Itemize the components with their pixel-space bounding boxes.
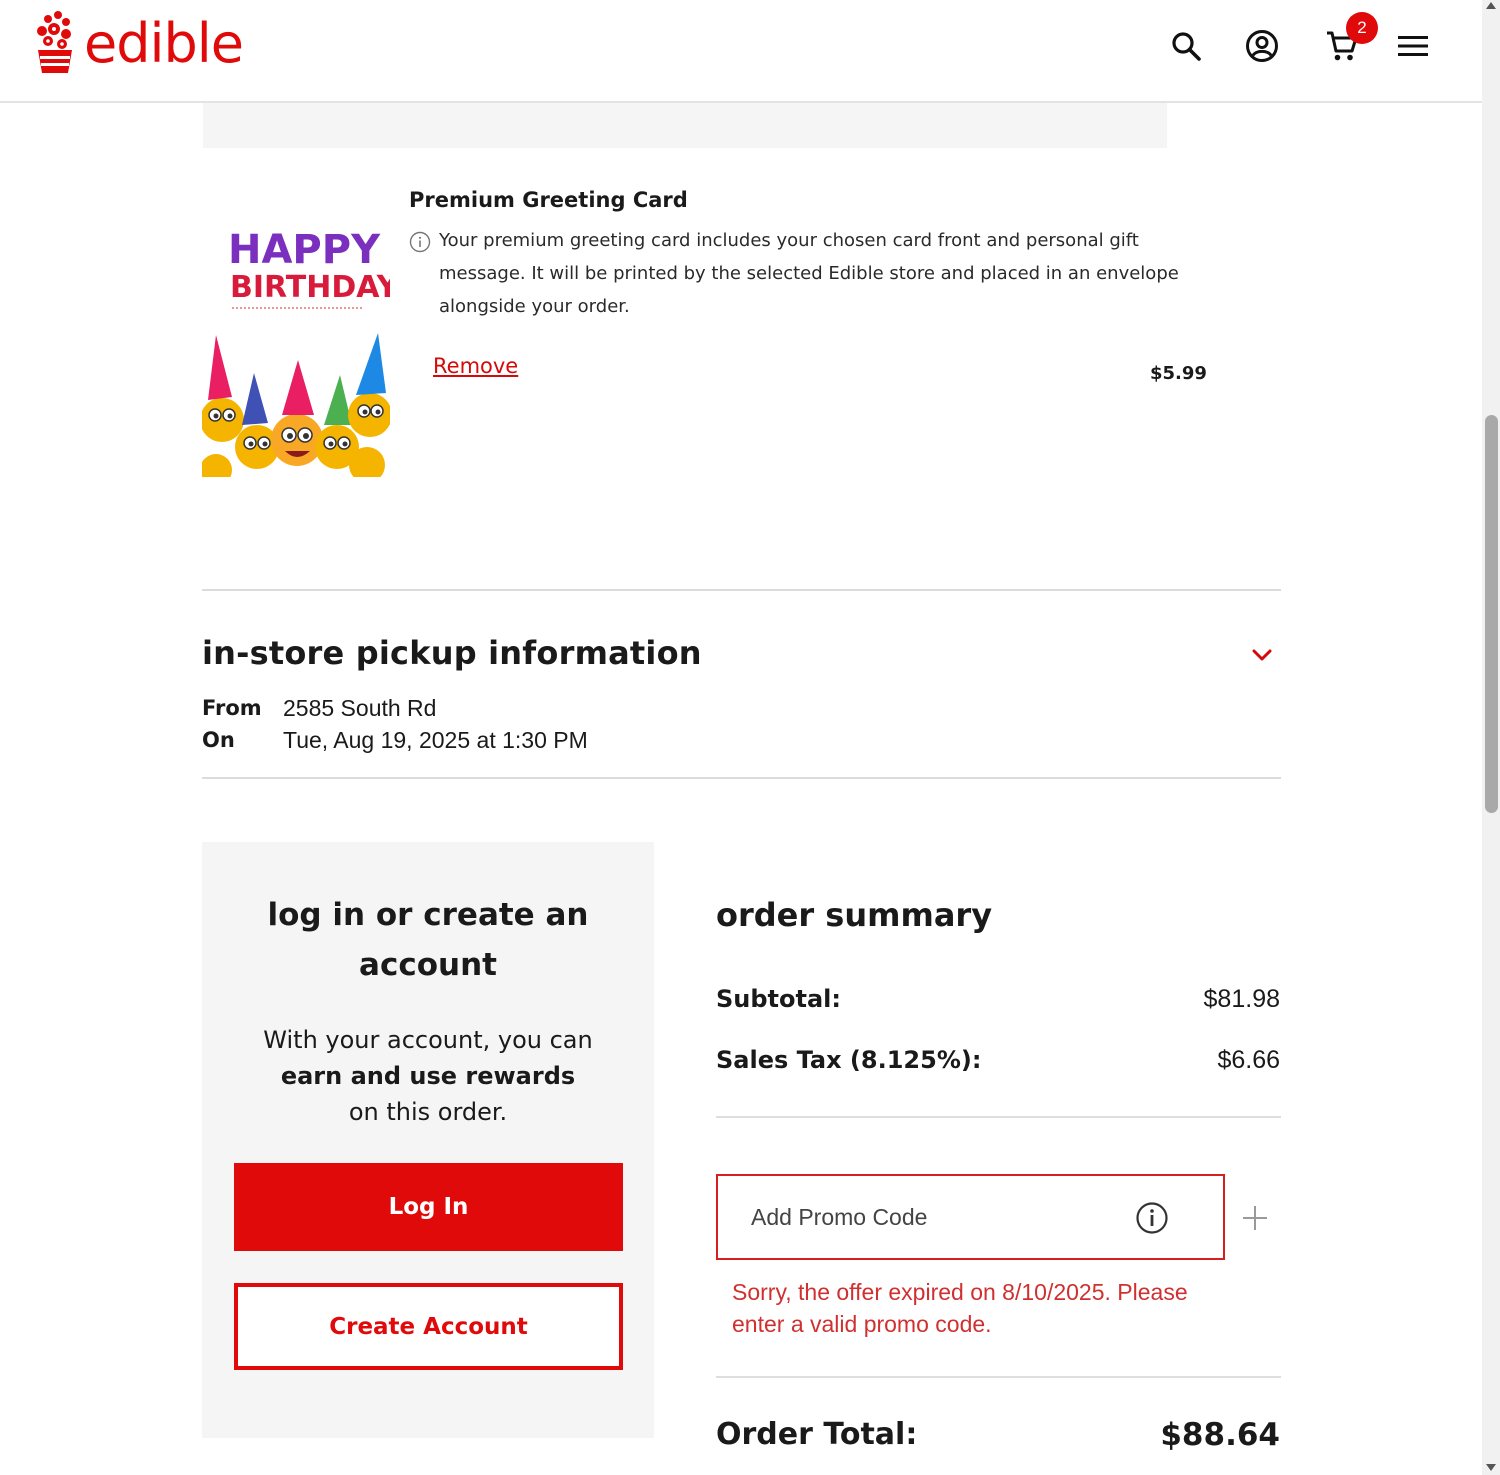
add-promo-plus-icon[interactable] (1240, 1203, 1270, 1237)
remove-card-link[interactable]: Remove (433, 354, 518, 378)
scroll-up-arrow-icon[interactable] (1486, 2, 1496, 9)
card-happy-text: HAPPY (228, 227, 381, 273)
scroll-down-arrow-icon[interactable] (1486, 1464, 1496, 1471)
edible-logo[interactable]: edible (34, 8, 244, 75)
logo-wordmark: edible (84, 12, 244, 75)
order-total-label: Order Total: (716, 1417, 918, 1452)
search-icon[interactable] (1166, 26, 1206, 66)
greeting-card-price: $5.99 (1150, 363, 1207, 384)
promo-error-message: Sorry, the offer expired on 8/10/2025. P… (732, 1279, 1188, 1337)
promo-code-input[interactable] (751, 1200, 1131, 1234)
account-text-before: With your account, you can (263, 1026, 593, 1054)
scrollbar-thumb[interactable] (1485, 415, 1498, 813)
greeting-card-description: Your premium greeting card includes your… (439, 230, 1179, 317)
chevron-down-icon[interactable] (1249, 642, 1275, 672)
page-scrollbar[interactable] (1482, 0, 1500, 1475)
order-total-value: $88.64 (1160, 1417, 1280, 1453)
account-text-bold: earn and use rewards (280, 1062, 576, 1090)
account-icon[interactable] (1242, 26, 1282, 66)
info-icon (409, 231, 431, 257)
promo-info-icon[interactable] (1135, 1201, 1169, 1239)
pickup-section-title: in-store pickup information (202, 634, 702, 672)
section-divider (202, 777, 1281, 779)
menu-icon[interactable] (1393, 26, 1433, 66)
card-birthday-text: BIRTHDAY (230, 270, 390, 305)
subtotal-value: $81.98 (1203, 985, 1280, 1013)
order-summary-title: order summary (716, 896, 993, 934)
account-panel-text: With your account, you can earn and use … (202, 1022, 654, 1130)
account-panel-title: log in or create an account (267, 897, 589, 983)
sales-tax-value: $6.66 (1217, 1046, 1280, 1074)
subtotal-label: Subtotal: (716, 985, 842, 1013)
summary-divider (716, 1116, 1281, 1118)
previous-item-panel (203, 103, 1167, 148)
sales-tax-label: Sales Tax (8.125%): (716, 1046, 982, 1074)
create-account-button[interactable]: Create Account (234, 1283, 623, 1370)
section-divider (202, 589, 1281, 591)
site-header: edible 2 (0, 0, 1482, 103)
pickup-on-value: Tue, Aug 19, 2025 at 1:30 PM (283, 727, 588, 753)
greeting-card-image: HAPPY BIRTHDAY (202, 185, 390, 477)
cart-count-badge: 2 (1346, 12, 1378, 44)
summary-divider (716, 1376, 1281, 1378)
greeting-card-title: Premium Greeting Card (409, 188, 688, 212)
account-text-after: on this order. (348, 1098, 508, 1126)
pickup-on-label: On (202, 728, 235, 752)
login-button[interactable]: Log In (234, 1163, 623, 1251)
pickup-from-label: From (202, 696, 262, 720)
pickup-from-value: 2585 South Rd (283, 695, 437, 721)
logo-bouquet-icon (37, 10, 72, 73)
